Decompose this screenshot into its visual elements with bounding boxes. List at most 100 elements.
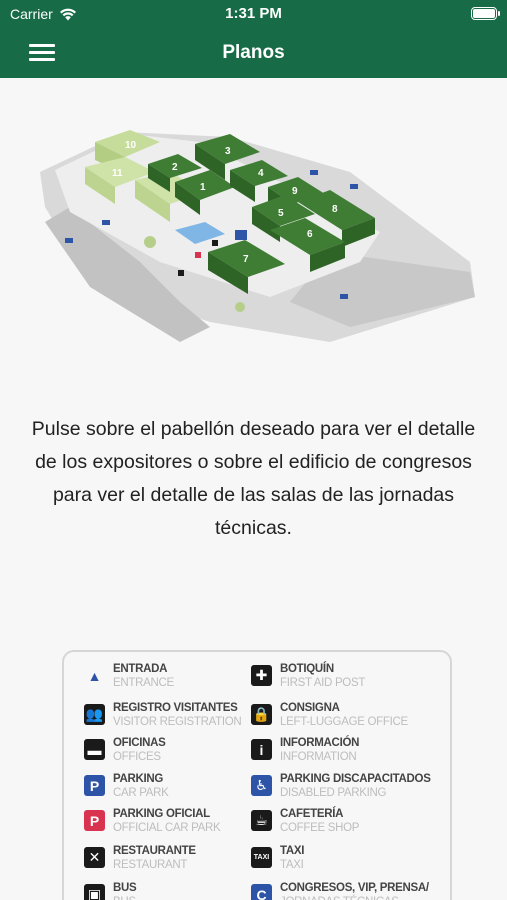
legend-item: ☕ CAFETERÍA COFFEE SHOP [251, 807, 359, 835]
legend-item-text: BOTIQUÍN FIRST AID POST [280, 662, 365, 690]
parking-icon: P [84, 775, 105, 796]
instructions-text: Pulse sobre el pabellón deseado para ver… [31, 418, 476, 539]
information-icon: i [251, 739, 272, 760]
legend-item-title: REGISTRO VISITANTES [113, 702, 238, 714]
luggage-icon: 🔒 [251, 704, 272, 725]
navigation-bar: Planos [0, 28, 507, 78]
hall-label-4: 4 [258, 168, 264, 179]
legend-item-text: CONGRESOS, VIP, PRENSA/JORNADAS TÉCNICAS [280, 881, 429, 900]
status-time: 1:31 PM [225, 5, 282, 22]
legend-item-text: CONSIGNA LEFT-LUGGAGE OFFICE [280, 701, 408, 729]
battery-icon [471, 7, 500, 20]
legend-item: ▲ ENTRADA ENTRANCE [84, 662, 175, 690]
legend-item-title: TAXI [280, 845, 305, 857]
legend-item: ✕ RESTAURANTE RESTAURANT [84, 844, 196, 872]
legend-item-title: OFICINAS [113, 737, 166, 749]
map-parking-marker [340, 294, 348, 299]
legend-item: ▣ BUSBUS [84, 881, 137, 900]
legend-item-text: PARKING DISCAPACITADOS DISABLED PARKING [280, 772, 431, 800]
map-legend: ▲ ENTRADA ENTRANCE ✚ BOTIQUÍN FIRST AID POST 👥… [62, 650, 452, 900]
page-title: Planos [222, 42, 285, 63]
official-parking-icon: P [84, 810, 105, 831]
map-tree [235, 302, 245, 312]
map-tree [144, 236, 156, 248]
legend-item-subtitle: BUS [113, 895, 136, 900]
legend-item-text: BUSBUS [113, 881, 137, 900]
legend-item-subtitle: OFFICES [113, 751, 161, 763]
legend-item-text: CAFETERÍA COFFEE SHOP [280, 807, 359, 835]
legend-item-subtitle: FIRST AID POST [280, 677, 366, 689]
legend-item-subtitle: JORNADAS TÉCNICAS [280, 895, 429, 900]
map-parking-marker [102, 220, 110, 225]
bus-icon: ▣ [84, 884, 105, 900]
legend-item-subtitle: OFFICIAL CAR PARK [113, 822, 221, 834]
legend-item-title: INFORMACIÓN [280, 737, 360, 749]
legend-item-subtitle: ENTRANCE [113, 677, 174, 689]
hall-label-5: 5 [278, 208, 284, 219]
legend-item-title: PARKING [113, 773, 164, 785]
legend-item-subtitle: VISITOR REGISTRATION [113, 716, 242, 728]
legend-item-title: PARKING DISCAPACITADOS [280, 773, 431, 785]
office-icon: ▬ [84, 739, 105, 760]
first-aid-icon: ✚ [251, 665, 272, 686]
legend-item-subtitle: LEFT-LUGGAGE OFFICE [280, 716, 408, 728]
congress-icon: C [251, 884, 272, 900]
legend-item: 🔒 CONSIGNA LEFT-LUGGAGE OFFICE [251, 701, 408, 729]
legend-item-text: RESTAURANTE RESTAURANT [113, 844, 196, 872]
legend-item-title: CONSIGNA [280, 702, 340, 714]
legend-item-text: REGISTRO VISITANTES VISITOR REGISTRATION [113, 701, 242, 729]
registration-icon: 👥 [84, 704, 105, 725]
legend-item-text: PARKING OFICIAL OFFICIAL CAR PARK [113, 807, 221, 835]
legend-item-title: ENTRADA [113, 663, 168, 675]
taxi-icon: TAXI [251, 847, 272, 868]
legend-item-subtitle: CAR PARK [113, 787, 169, 799]
legend-item: ✚ BOTIQUÍN FIRST AID POST [251, 662, 365, 690]
legend-item-text: PARKING CAR PARK [113, 772, 169, 800]
map-official-parking-marker [195, 252, 201, 258]
legend-item-subtitle: RESTAURANT [113, 859, 188, 871]
restaurant-icon: ✕ [84, 847, 105, 868]
map-bus-marker [178, 270, 184, 276]
legend-item: TAXI TAXI TAXI [251, 844, 304, 872]
legend-item-title: BUS [113, 882, 137, 894]
map-parking-marker [310, 170, 318, 175]
hall-label-1: 1 [200, 182, 206, 193]
map-congress-marker[interactable] [235, 230, 247, 240]
legend-item-title: CONGRESOS, VIP, PRENSA/ [280, 882, 429, 894]
legend-item: 👥 REGISTRO VISITANTES VISITOR REGISTRATION [84, 701, 242, 729]
hall-label-9: 9 [292, 186, 298, 197]
map-parking-marker [350, 184, 358, 189]
hall-label-8: 8 [332, 204, 338, 215]
status-bar: Carrier 1:31 PM [0, 0, 507, 28]
legend-item: i INFORMACIÓN INFORMATION [251, 736, 359, 764]
legend-item-text: OFICINAS OFFICES [113, 736, 166, 764]
legend-item: C CONGRESOS, VIP, PRENSA/JORNADAS TÉCNICA… [251, 881, 429, 900]
hall-label-2: 2 [172, 162, 178, 173]
hall-label-3: 3 [225, 146, 231, 157]
legend-item-subtitle: COFFEE SHOP [280, 822, 360, 834]
legend-item: P PARKING OFICIAL OFFICIAL CAR PARK [84, 807, 221, 835]
hall-label-6: 6 [307, 229, 313, 240]
legend-item: ▬ OFICINAS OFFICES [84, 736, 166, 764]
legend-item-title: RESTAURANTE [113, 845, 196, 857]
hall-label-11: 11 [112, 168, 123, 179]
entrance-icon: ▲ [87, 667, 102, 684]
coffee-icon: ☕ [251, 810, 272, 831]
legend-item-title: PARKING OFICIAL [113, 808, 210, 820]
legend-item-text: INFORMACIÓN INFORMATION [280, 736, 359, 764]
disabled-parking-icon: ♿ [251, 775, 272, 796]
legend-item: P PARKING CAR PARK [84, 772, 169, 800]
legend-item-subtitle: TAXI [280, 859, 304, 871]
map-parking-marker [65, 238, 73, 243]
legend-item-text: TAXI TAXI [280, 844, 304, 872]
legend-item-title: CAFETERÍA [280, 808, 344, 820]
legend-item: ♿ PARKING DISCAPACITADOS DISABLED PARKING [251, 772, 431, 800]
legend-item-text: ENTRADA ENTRANCE [113, 662, 174, 690]
venue-map[interactable]: 10 11 3 2 1 4 9 5 8 6 7 [30, 112, 490, 362]
hall-label-10: 10 [125, 140, 137, 151]
legend-item-subtitle: DISABLED PARKING [280, 787, 387, 799]
hall-label-7: 7 [243, 254, 249, 265]
legend-item-subtitle: INFORMATION [280, 751, 357, 763]
map-info-marker [212, 240, 218, 246]
legend-item-title: BOTIQUÍN [280, 663, 334, 675]
